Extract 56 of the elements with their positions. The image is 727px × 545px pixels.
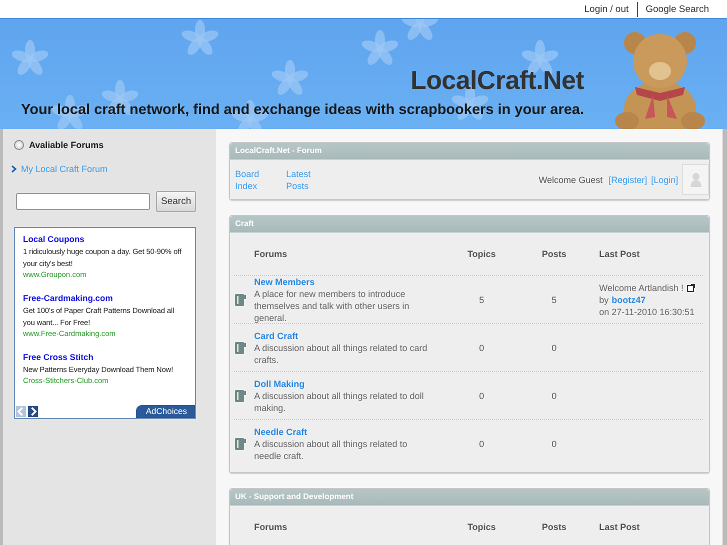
site-title: LocalCraft.Net: [410, 65, 584, 96]
auth-link[interactable]: [Login]: [651, 174, 678, 184]
book-icon: [234, 436, 246, 450]
author-link[interactable]: bootz47: [612, 294, 646, 306]
book-icon: [234, 340, 246, 354]
nav-link[interactable]: Board Index: [235, 168, 268, 192]
forum-link[interactable]: New Members: [254, 276, 436, 288]
topics-count: 5: [478, 295, 486, 305]
posts-count: 0: [550, 390, 558, 400]
chevron-icon: [11, 165, 17, 173]
ad-title-link[interactable]: Local Coupons: [23, 234, 187, 244]
welcome-text: Welcome Guest: [538, 174, 603, 184]
adchoices-link[interactable]: AdChoices: [136, 405, 195, 418]
posts-count: 0: [550, 342, 558, 352]
auth-link[interactable]: [Register]: [608, 174, 648, 184]
column-header: Last Post: [599, 249, 641, 259]
tagline: Your local craft network, find and exchange ideas with scrapbookers in your area.: [21, 102, 584, 118]
column-header: Forums: [254, 249, 288, 259]
forum-description: A discussion about all things related to doll making.: [254, 390, 425, 414]
top-link[interactable]: Login / out: [576, 4, 637, 14]
column-header: Topics: [466, 522, 497, 532]
next-button[interactable]: [28, 406, 38, 417]
category-title: Craft: [230, 216, 710, 233]
category-title: UK - Support and Development: [230, 489, 710, 506]
book-icon: [234, 293, 246, 307]
forum-description: A discussion about all things related to needle craft.: [254, 438, 408, 462]
nav-link[interactable]: Latest Posts: [286, 168, 320, 192]
sidebar-heading: Avaliable Forums: [29, 140, 104, 150]
topics-count: 0: [478, 438, 486, 448]
topics-count: 0: [478, 390, 486, 400]
topics-count: 0: [478, 342, 486, 352]
ad-title-link[interactable]: Free Cross Stitch: [23, 352, 187, 362]
posts-count: 5: [550, 295, 558, 305]
forum-description: A discussion about all things related to card crafts.: [254, 342, 428, 366]
ad-title-link[interactable]: Free-Cardmaking.com: [23, 293, 187, 303]
column-header: Posts: [540, 522, 568, 532]
column-header: Posts: [540, 249, 568, 259]
book-icon: [234, 388, 246, 402]
sidebar-link[interactable]: My Local Craft Forum: [21, 164, 108, 174]
external-link-icon[interactable]: [686, 284, 694, 292]
column-header: Forums: [254, 522, 288, 532]
last-post-title: Welcome Artlandish !: [599, 282, 684, 294]
forum-link[interactable]: Doll Making: [254, 378, 436, 390]
radio-button[interactable]: [14, 140, 24, 150]
forum-link[interactable]: Needle Craft: [254, 426, 436, 438]
post-date: on 27-11-2010 16:30:51: [599, 306, 696, 318]
top-link[interactable]: Google Search: [638, 4, 717, 14]
column-header: Last Post: [599, 522, 641, 532]
posts-count: 0: [550, 438, 558, 448]
search-field[interactable]: [16, 193, 150, 210]
forum-link[interactable]: Card Craft: [254, 330, 436, 342]
forum-description: A place for new members to introduce themselves and talk with other users in general.: [254, 288, 410, 324]
panel-title: LocalCraft.Net - Forum: [230, 143, 710, 160]
search-button[interactable]: Search: [156, 191, 196, 212]
column-header: Topics: [466, 249, 497, 259]
by-label: by: [599, 294, 609, 306]
